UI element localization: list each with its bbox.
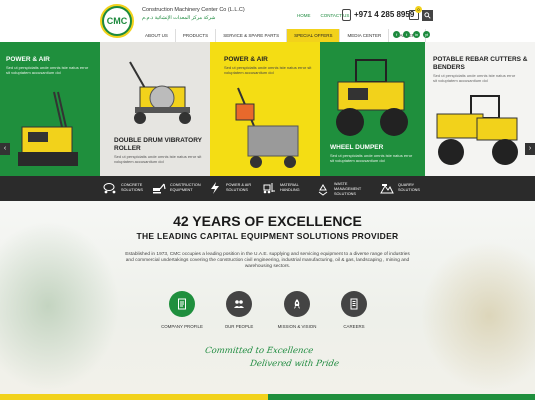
mission-vision-link[interactable]: MISSION & VISION bbox=[267, 291, 327, 329]
wheel-dumper-image bbox=[336, 59, 408, 136]
recycle-icon bbox=[318, 183, 328, 196]
panel-title: POTABLE REBAR CUTTERS & BENDERS bbox=[433, 56, 528, 71]
mission-vision-label: MISSION & VISION bbox=[277, 324, 317, 329]
power-icon bbox=[211, 182, 219, 194]
hero-panel-rebar-cutters[interactable]: POTABLE REBAR CUTTERS & BENDERS Sed ut p… bbox=[425, 42, 535, 176]
footer-stripe-green bbox=[268, 394, 535, 400]
category-label: CONSTRUCTION EQUIPMENT bbox=[170, 183, 201, 192]
concrete-saw-image bbox=[129, 61, 191, 124]
nav-special-offers[interactable]: SPECIAL OFFERS bbox=[287, 29, 341, 42]
subheadline: THE LEADING CAPITAL EQUIPMENT SOLUTIONS … bbox=[136, 231, 399, 241]
logo-text: CMC bbox=[104, 8, 130, 34]
slider-next-arrow[interactable]: › bbox=[525, 143, 535, 155]
hero-slider: POWER & AIR Sed ut perspiciatis unde omn… bbox=[0, 42, 535, 176]
category-construction-equipment[interactable]: CONSTRUCTION EQUIPMENT bbox=[152, 182, 206, 194]
people-icon bbox=[234, 300, 244, 308]
headline: 42 YEARS OF EXCELLENCE bbox=[173, 213, 362, 229]
search-icon bbox=[424, 12, 431, 19]
cart-count-badge: 0 bbox=[415, 6, 422, 13]
document-icon bbox=[178, 298, 186, 310]
social-links: f t in yt bbox=[393, 31, 430, 38]
twitter-icon[interactable]: t bbox=[403, 31, 410, 38]
category-label: POWER & AIR SOLUTIONS bbox=[226, 183, 252, 192]
nav-about-us[interactable]: ABOUT US bbox=[138, 29, 176, 42]
category-label: QUARRY SOLUTIONS bbox=[398, 183, 420, 192]
concrete-mixer-icon bbox=[103, 183, 116, 194]
category-power-air[interactable]: POWER & AIR SOLUTIONS bbox=[208, 182, 262, 194]
linkedin-icon[interactable]: in bbox=[413, 31, 420, 38]
category-bar: CONCRETE SOLUTIONS CONSTRUCTION EQUIPMEN… bbox=[0, 176, 535, 201]
panel-title: POWER & AIR bbox=[6, 56, 50, 63]
careers-circle[interactable] bbox=[341, 291, 367, 317]
search-button[interactable] bbox=[422, 10, 433, 21]
panel-text: Sed ut perspiciatis unde omnis iste natu… bbox=[330, 153, 413, 163]
facebook-icon[interactable]: f bbox=[393, 31, 400, 38]
floor-machine-image bbox=[235, 87, 299, 168]
nav-media-center[interactable]: MEDIA CENTER bbox=[340, 29, 390, 42]
hero-panel-power-air-1[interactable]: POWER & AIR Sed ut perspiciatis unde omn… bbox=[0, 42, 100, 176]
category-waste-management[interactable]: WASTE MANAGEMENT SOLUTIONS bbox=[316, 182, 370, 197]
panel-title: POWER & AIR bbox=[224, 56, 268, 63]
panel-text: Sed ut perspiciatis unde omnis iste natu… bbox=[433, 73, 516, 83]
hero-panel-double-drum-roller[interactable]: DOUBLE DRUM VIBRATORY ROLLER Sed ut pers… bbox=[100, 42, 210, 176]
panel-title: DOUBLE DRUM VIBRATORY ROLLER bbox=[114, 137, 202, 152]
company-name-en: Construction Machinery Center Co (L.L.C) bbox=[142, 7, 245, 13]
footer-stripe-yellow bbox=[0, 394, 268, 400]
panel-text: Sed ut perspiciatis unde omnis iste natu… bbox=[224, 65, 312, 75]
hero-panel-wheel-dumper[interactable]: WHEEL DUMPER Sed ut perspiciatis unde om… bbox=[320, 42, 425, 176]
phone-number[interactable]: +971 4 285 8959 bbox=[354, 10, 414, 19]
nav-products[interactable]: PRODUCTS bbox=[176, 29, 217, 42]
company-profile-circle[interactable] bbox=[169, 291, 195, 317]
careers-link[interactable]: CAREERS bbox=[324, 291, 384, 329]
slider-prev-arrow[interactable]: ‹ bbox=[0, 143, 10, 155]
youtube-icon[interactable]: yt bbox=[423, 31, 430, 38]
forklift-icon bbox=[263, 183, 275, 194]
background-photo bbox=[0, 221, 120, 391]
background-photo bbox=[420, 241, 535, 391]
rocket-icon bbox=[294, 299, 300, 309]
home-link[interactable]: HOME bbox=[297, 13, 311, 18]
nav-service-spare-parts[interactable]: SERVICE & SPARE PARTS bbox=[216, 29, 288, 42]
our-people-circle[interactable] bbox=[226, 291, 252, 317]
slogan-line-2: Delivered with Pride bbox=[249, 359, 340, 369]
briefcase-icon bbox=[350, 298, 358, 310]
company-profile-label: COMPANY PROFILE bbox=[161, 324, 203, 329]
our-people-link[interactable]: OUR PEOPLE bbox=[209, 291, 269, 329]
category-quarry-solutions[interactable]: QUARRY SOLUTIONS bbox=[380, 182, 434, 194]
hero-panel-power-air-2[interactable]: POWER & AIR Sed ut perspiciatis unde omn… bbox=[210, 42, 320, 176]
dumper-image bbox=[436, 95, 518, 165]
our-people-label: OUR PEOPLE bbox=[224, 324, 254, 329]
quarry-icon bbox=[380, 184, 394, 194]
category-label: MATERIAL HANDLING bbox=[280, 183, 300, 192]
company-profile-link[interactable]: COMPANY PROFILE bbox=[152, 291, 212, 329]
site-header: CMC Construction Machinery Center Co (L.… bbox=[0, 0, 535, 42]
company-name-ar: شركة مركز المعدات الإنشائية ذ.م.م bbox=[142, 15, 216, 21]
panel-text: Sed ut perspiciatis unde omnis iste natu… bbox=[6, 65, 89, 75]
panel-title: WHEEL DUMPER bbox=[330, 144, 384, 151]
careers-label: CAREERS bbox=[343, 324, 365, 329]
about-section: 42 YEARS OF EXCELLENCE THE LEADING CAPIT… bbox=[0, 201, 535, 394]
panel-text: Sed ut perspiciatis unde omnis iste natu… bbox=[114, 154, 202, 164]
main-nav: ABOUT US PRODUCTS SERVICE & SPARE PARTS … bbox=[138, 29, 426, 42]
excavator-icon bbox=[153, 183, 166, 194]
intro-paragraph: Established in 1973, CMC occupies a lead… bbox=[125, 252, 410, 270]
category-label: WASTE MANAGEMENT SOLUTIONS bbox=[334, 182, 362, 196]
slogan-line-1: Committed to Excellence bbox=[204, 346, 314, 356]
category-concrete-solutions[interactable]: CONCRETE SOLUTIONS bbox=[103, 182, 157, 194]
roller-machine-image bbox=[18, 91, 78, 166]
category-material-handling[interactable]: MATERIAL HANDLING bbox=[262, 182, 316, 194]
mission-vision-circle[interactable] bbox=[284, 291, 310, 317]
cmc-logo[interactable]: CMC bbox=[100, 4, 134, 38]
phone-icon bbox=[342, 9, 351, 21]
